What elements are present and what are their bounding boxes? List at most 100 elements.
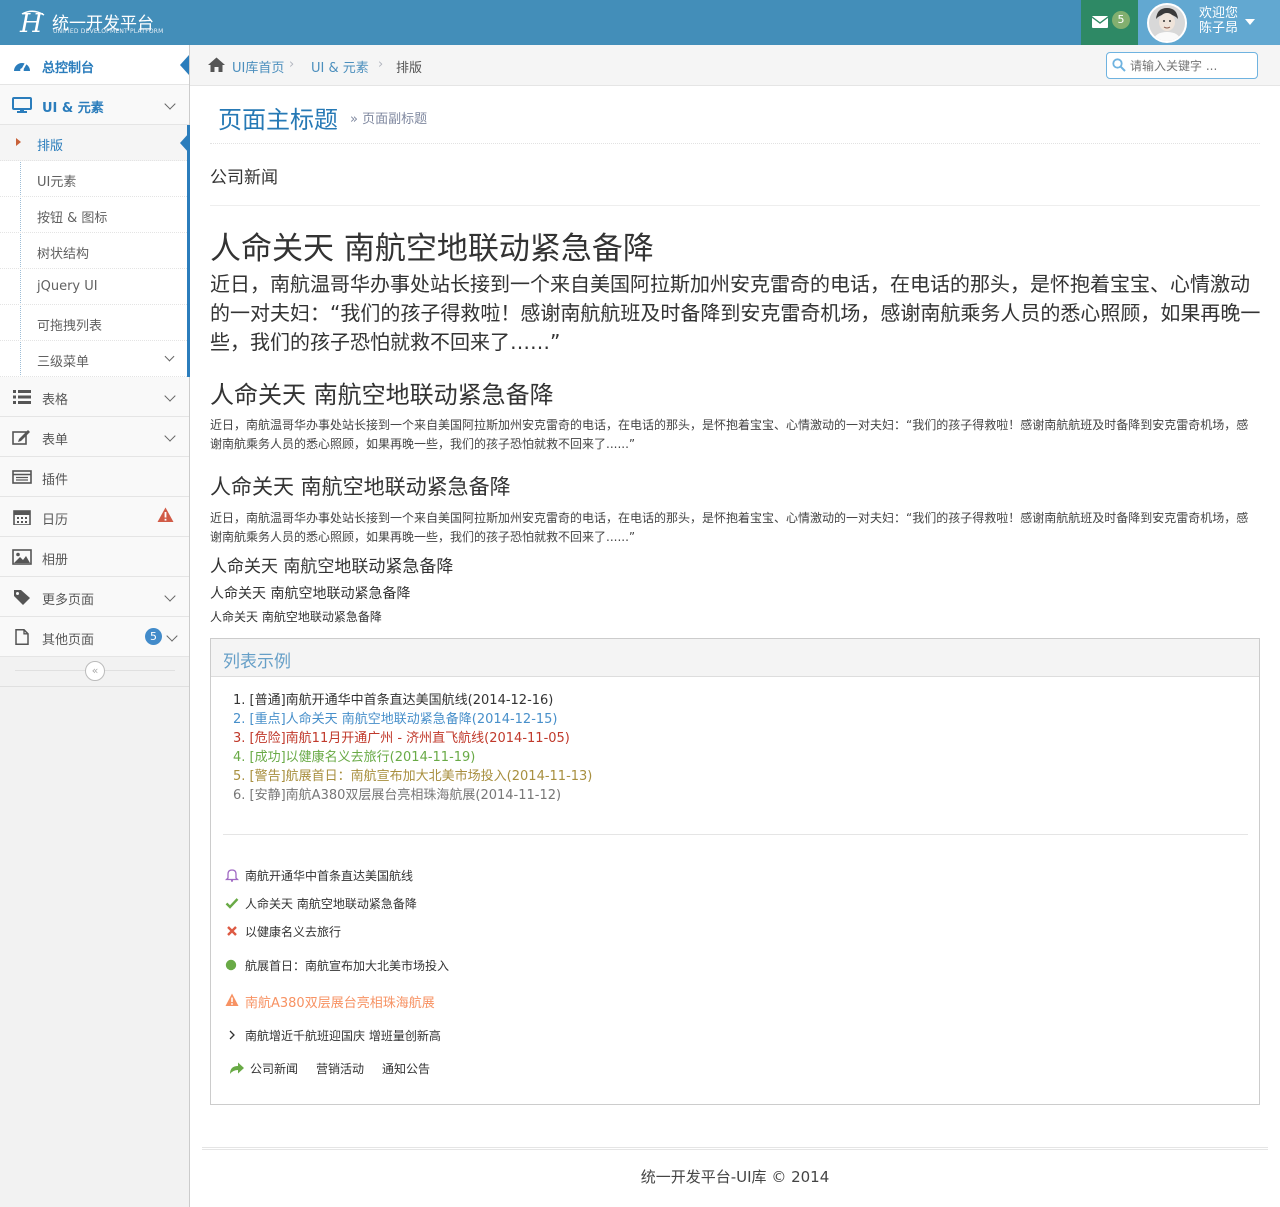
breadcrumb-current: 排版 <box>396 61 423 76</box>
submenu-item-label: 树状结构 <box>37 247 90 262</box>
widget-header: 列表示例 <box>211 639 1259 677</box>
submenu-item-tree[interactable]: 树状结构 <box>0 233 187 269</box>
breadcrumb-home-link[interactable]: UI库首页 <box>232 57 284 76</box>
icon-list-text: 以健康名义去旅行 <box>245 925 342 939</box>
messages-count-badge: 5 <box>1112 11 1130 29</box>
breadcrumb-separator: › <box>378 57 384 72</box>
submenu-item-third-level[interactable]: 三级菜单 <box>0 341 187 377</box>
footer: 统一开发平台-UI库 © 2014 <box>0 1166 1280 1187</box>
breadcrumb-section-link[interactable]: UI & 元素 <box>311 57 369 76</box>
chevron-down-icon <box>164 390 176 402</box>
sidebar-item-label: 相册 <box>42 553 69 568</box>
icon-list-text: 南航开通华中首条直达美国航线 <box>245 869 414 883</box>
sidebar-item-label: 表单 <box>42 433 69 448</box>
submenu-item-label: 三级菜单 <box>37 355 90 370</box>
section-label: 公司新闻 <box>210 168 278 188</box>
link-marketing[interactable]: 营销活动 <box>316 1060 364 1077</box>
footer-divider <box>202 1147 1268 1150</box>
welcome-text: 欢迎您 <box>1199 6 1239 21</box>
submenu-item-draggable-list[interactable]: 可拖拽列表 <box>0 305 187 341</box>
widget-title: 列表示例 <box>223 652 291 672</box>
list-item[interactable]: 1. [普通]南航开通华中首条直达美国航线(2014-12-16) <box>233 691 592 710</box>
paragraph: 近日，南航温哥华办事处站长接到一个来自美国阿拉斯加州安克雷奇的电话，在电话的那头… <box>210 418 1249 451</box>
double-chevron-left-icon: « <box>91 664 99 677</box>
sidebar-item-label: 更多页面 <box>42 593 95 608</box>
home-icon <box>208 57 225 72</box>
submenu-item-buttons-icons[interactable]: 按钮 & 图标 <box>0 197 187 233</box>
top-navbar: H 统一开发平台 UNIFIED DEVELOPMENT PLATFORM 5 … <box>0 0 1280 45</box>
link-company-news[interactable]: 公司新闻 <box>250 1060 298 1077</box>
active-indicator <box>180 133 189 153</box>
sidebar-item-more-pages[interactable]: 更多页面 <box>0 577 189 617</box>
brand-logo-icon: H <box>19 9 45 38</box>
breadcrumb: UI库首页 › UI & 元素 › 排版 <box>190 45 1280 86</box>
times-icon <box>227 926 237 936</box>
heading-h4: 人命关天 南航空地联动紧急备降 <box>210 557 454 577</box>
list-item[interactable]: 5. [警告]航展首日：南航宣布加大北美市场投入(2014-11-13) <box>233 767 592 786</box>
sidebar-item-label: UI & 元素 <box>42 101 104 116</box>
heading-h5: 人命关天 南航空地联动紧急备降 <box>210 586 411 602</box>
paragraph: 近日，南航温哥华办事处站长接到一个来自美国阿拉斯加州安克雷奇的电话，在电话的那头… <box>210 511 1249 544</box>
dashboard-icon <box>14 62 30 72</box>
ordered-list: 1. [普通]南航开通华中首条直达美国航线(2014-12-16) 2. [重点… <box>233 691 592 805</box>
collapse-sidebar-button[interactable]: « <box>85 661 105 681</box>
envelope-icon <box>1092 16 1108 28</box>
sidebar-item-plugins[interactable]: 插件 <box>0 457 189 497</box>
user-menu[interactable]: 欢迎您 陈子昂 <box>1138 0 1280 45</box>
search-input[interactable] <box>1130 57 1252 75</box>
heading-h2: 人命关天 南航空地联动紧急备降 <box>210 381 554 409</box>
submenu-item-label: 可拖拽列表 <box>37 319 103 334</box>
divider <box>210 205 1260 206</box>
submenu-ui-elements: 排版 UI元素 按钮 & 图标 树状结构 jQuery UI 可拖拽列表 三级菜… <box>0 125 190 377</box>
chevron-down-icon <box>164 430 176 442</box>
list-item[interactable]: 2. [重点]人命关天 南航空地联动紧急备降(2014-12-15) <box>233 710 592 729</box>
lead-paragraph: 近日，南航温哥华办事处站长接到一个来自美国阿拉斯加州安克雷奇的电话，在电话的那头… <box>210 272 1261 354</box>
sidebar-item-label: 表格 <box>42 393 69 408</box>
divider <box>210 143 1260 144</box>
list-item[interactable]: 3. [危险]南航11月开通广州 - 济州直飞航线(2014-11-05) <box>233 729 592 748</box>
caret-down-icon <box>1245 19 1255 25</box>
submenu-item-label: UI元素 <box>37 175 77 190</box>
submenu-item-typography[interactable]: 排版 <box>0 125 189 161</box>
footer-text: 统一开发平台-UI库 © 2014 <box>640 1168 830 1186</box>
sidebar-collapse-bar: « <box>0 657 189 687</box>
submenu-item-ui-elements[interactable]: UI元素 <box>0 161 187 197</box>
sidebar: 总控制台 UI & 元素 排版 UI元素 按钮 & 图标 树状结构 jQuery… <box>0 45 190 1207</box>
sidebar-item-tables[interactable]: 表格 <box>0 377 189 417</box>
sidebar-item-calendar[interactable]: 日历 <box>0 497 189 537</box>
plugin-icon <box>12 470 32 484</box>
check-icon <box>225 898 239 909</box>
heading-h6: 人命关天 南航空地联动紧急备降 <box>210 610 382 624</box>
submenu-item-label: 排版 <box>37 139 64 154</box>
sidebar-item-gallery[interactable]: 相册 <box>0 537 189 577</box>
icon-list-text: 南航增近千航班迎国庆 增班量创新高 <box>245 1029 441 1043</box>
messages-button[interactable]: 5 <box>1081 0 1138 45</box>
sidebar-item-label: 插件 <box>42 473 69 488</box>
chevron-down-icon <box>164 98 176 110</box>
username: 陈子昂 <box>1199 21 1239 36</box>
circle-icon <box>225 959 237 971</box>
warning-icon <box>225 993 239 1006</box>
list-example-widget: 列表示例 1. [普通]南航开通华中首条直达美国航线(2014-12-16) 2… <box>210 638 1260 1105</box>
warning-icon <box>157 507 174 522</box>
list-item[interactable]: 4. [成功]以健康名义去旅行(2014-11-19) <box>233 748 592 767</box>
chevron-down-icon <box>166 630 178 642</box>
submenu-item-label: jQuery UI <box>37 279 98 294</box>
calendar-icon <box>13 510 31 525</box>
sidebar-item-dashboard[interactable]: 总控制台 <box>0 45 189 85</box>
icon-list-text: 航展首日：南航宣布加大北美市场投入 <box>245 959 450 973</box>
sidebar-item-ui-elements[interactable]: UI & 元素 <box>0 85 189 125</box>
divider <box>223 834 1248 835</box>
page-title: 页面主标题 <box>218 106 338 134</box>
submenu-item-jquery-ui[interactable]: jQuery UI <box>0 269 187 305</box>
link-announcements[interactable]: 通知公告 <box>382 1060 430 1077</box>
breadcrumb-separator: › <box>289 57 295 72</box>
list-item[interactable]: 6. [安静]南航A380双层展台亮相珠海航展(2014-11-12) <box>233 786 592 805</box>
search-icon <box>1112 58 1126 72</box>
page-subtitle: » 页面副标题 <box>350 112 428 127</box>
sidebar-item-forms[interactable]: 表单 <box>0 417 189 457</box>
list-icon <box>13 390 31 404</box>
submenu-item-label: 按钮 & 图标 <box>37 211 108 226</box>
sidebar-item-other-pages[interactable]: 其他页面 5 <box>0 617 189 657</box>
brand-subtitle: UNIFIED DEVELOPMENT PLATFORM <box>53 28 164 35</box>
